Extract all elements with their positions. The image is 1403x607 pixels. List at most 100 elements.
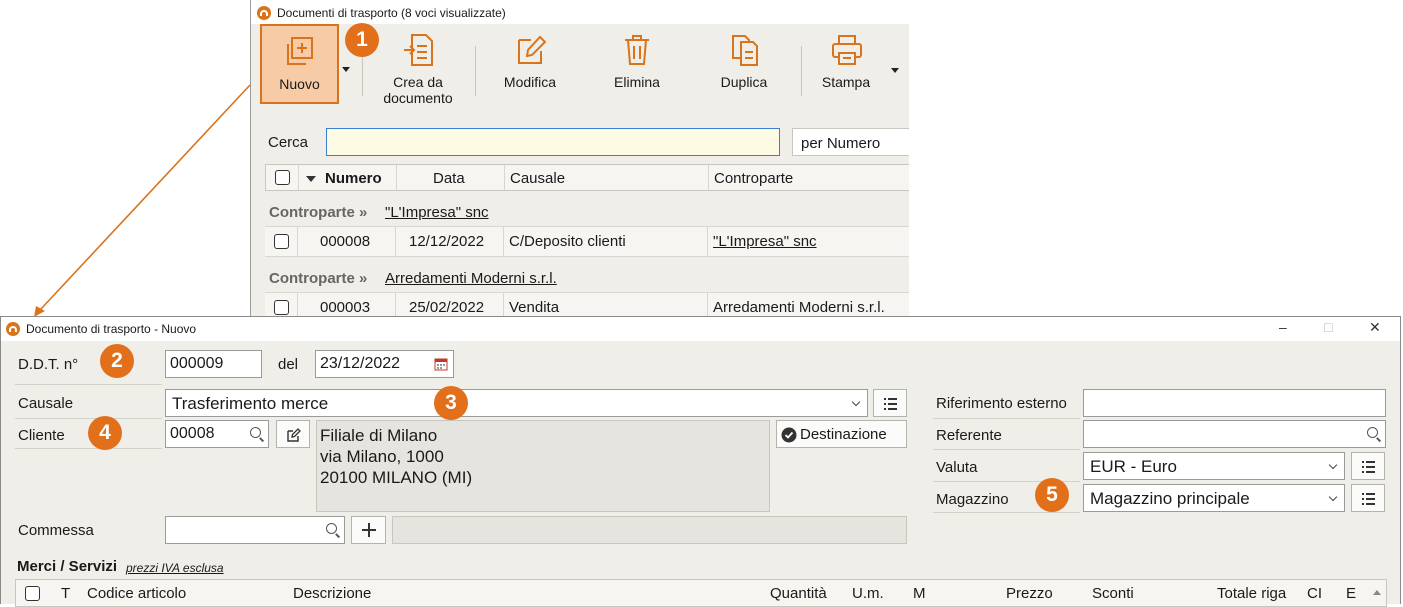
app-logo-icon	[6, 322, 20, 336]
col-um[interactable]: U.m.	[852, 585, 884, 602]
rif-esterno-label: Riferimento esterno	[936, 395, 1067, 412]
date-field[interactable]: 23/12/2022	[315, 350, 454, 378]
create-from-document-icon	[404, 34, 433, 66]
ddt-number-field[interactable]: 000009	[165, 350, 262, 378]
column-divider	[395, 227, 396, 256]
column-divider	[503, 227, 504, 256]
column-divider	[707, 227, 708, 256]
col-controparte[interactable]: Controparte	[714, 170, 793, 187]
form-window-titlebar: Documento di trasporto - Nuovo – □ ✕	[1, 317, 1400, 341]
toolbar-separator	[801, 46, 802, 96]
crea-label-line1: Crea da	[393, 74, 443, 90]
list-icon	[1362, 493, 1375, 508]
destinazione-button[interactable]: Destinazione	[776, 420, 907, 448]
search-row: Cerca per Numero	[251, 126, 909, 158]
col-sconti[interactable]: Sconti	[1092, 585, 1134, 602]
crea-label-line2: documento	[383, 90, 453, 106]
col-ci[interactable]: CI	[1307, 585, 1322, 602]
causale-select[interactable]: Trasferimento merce	[165, 389, 868, 417]
modifica-label: Modifica	[503, 74, 557, 90]
causale-value: Trasferimento merce	[172, 394, 329, 413]
callout-5: 5	[1035, 478, 1069, 512]
maximize-button[interactable]: □	[1324, 319, 1332, 335]
commessa-field[interactable]	[165, 516, 345, 544]
scroll-up-arrow-icon[interactable]	[1373, 590, 1381, 595]
prezzi-iva-esclusa-link[interactable]: prezzi IVA esclusa	[126, 561, 224, 575]
calendar-icon[interactable]	[434, 357, 448, 371]
modifica-button[interactable]: Modifica	[485, 24, 575, 104]
col-m[interactable]: M	[913, 585, 926, 602]
row-checkbox[interactable]	[274, 300, 289, 315]
nuovo-dropdown-icon[interactable]	[342, 67, 350, 72]
magazzino-select[interactable]: Magazzino principale	[1083, 484, 1345, 512]
col-totale-riga[interactable]: Totale riga	[1217, 585, 1286, 602]
close-button[interactable]: ✕	[1369, 319, 1381, 336]
search-input[interactable]	[326, 128, 780, 156]
table-row[interactable]: 000008 12/12/2022 C/Deposito clienti "L'…	[265, 227, 909, 257]
magazzino-list-button[interactable]	[1351, 484, 1385, 512]
search-icon[interactable]	[1367, 427, 1378, 438]
valuta-list-button[interactable]	[1351, 452, 1385, 480]
cell-controparte-link[interactable]: "L'Impresa" snc	[713, 233, 817, 250]
stampa-dropdown-icon[interactable]	[891, 68, 899, 73]
nuovo-button[interactable]: Nuovo	[260, 24, 339, 104]
commessa-add-button[interactable]	[351, 516, 386, 544]
col-e[interactable]: E	[1346, 585, 1356, 602]
search-label: Cerca	[268, 134, 309, 151]
group-header[interactable]: Controparte » Arredamenti Moderni s.r.l.	[265, 257, 909, 293]
stampa-button[interactable]: Stampa	[807, 24, 885, 104]
list-window-title: Documenti di trasporto (8 voci visualizz…	[277, 6, 506, 20]
col-data[interactable]: Data	[433, 170, 465, 187]
table-header: Numero Data Causale Controparte	[265, 164, 909, 191]
minimize-button[interactable]: –	[1279, 319, 1287, 335]
rif-esterno-field[interactable]	[1083, 389, 1386, 417]
group-value-link[interactable]: "L'Impresa" snc	[385, 204, 489, 221]
group-header[interactable]: Controparte » "L'Impresa" snc	[265, 191, 909, 227]
cell-data: 12/12/2022	[409, 233, 485, 250]
col-t[interactable]: T	[61, 585, 70, 602]
del-label: del	[278, 356, 299, 373]
row-divider	[15, 418, 162, 419]
valuta-select[interactable]: EUR - Euro	[1083, 452, 1345, 480]
cliente-code-field[interactable]: 00008	[165, 420, 269, 448]
magazzino-value: Magazzino principale	[1090, 489, 1250, 508]
select-all-checkbox[interactable]	[275, 170, 290, 185]
col-causale[interactable]: Causale	[510, 170, 565, 187]
cell-causale: C/Deposito clienti	[509, 233, 626, 250]
search-icon[interactable]	[326, 523, 337, 534]
causale-list-button[interactable]	[873, 389, 907, 417]
edit-icon	[287, 428, 301, 442]
cell-controparte: Arredamenti Moderni s.r.l.	[713, 299, 885, 316]
referente-label: Referente	[936, 427, 1002, 444]
search-icon[interactable]	[250, 427, 261, 438]
nuovo-label: Nuovo	[279, 76, 320, 92]
sort-desc-icon[interactable]	[306, 176, 316, 182]
col-codice-articolo[interactable]: Codice articolo	[87, 585, 186, 602]
trash-icon	[625, 35, 649, 65]
crea-da-documento-button[interactable]: Crea da documento	[372, 24, 464, 106]
referente-field[interactable]	[1083, 420, 1386, 448]
duplica-button[interactable]: Duplica	[699, 24, 789, 104]
chevron-down-icon	[1328, 492, 1338, 502]
address-line: Filiale di Milano	[320, 426, 438, 445]
select-all-checkbox[interactable]	[25, 586, 40, 601]
row-checkbox[interactable]	[274, 234, 289, 249]
row-divider	[933, 512, 1080, 513]
duplicate-icon	[732, 35, 758, 66]
search-mode-select[interactable]: per Numero	[792, 128, 909, 156]
callout-4: 4	[88, 416, 122, 450]
cliente-edit-button[interactable]	[276, 420, 310, 448]
cliente-code-value: 00008	[170, 425, 215, 442]
col-prezzo[interactable]: Prezzo	[1006, 585, 1053, 602]
check-circle-icon	[781, 427, 797, 443]
col-descrizione[interactable]: Descrizione	[293, 585, 371, 602]
plus-icon	[362, 523, 376, 537]
elimina-button[interactable]: Elimina	[593, 24, 681, 104]
cell-numero: 000003	[320, 299, 371, 316]
col-quantita[interactable]: Quantità	[770, 585, 827, 602]
valuta-value: EUR - Euro	[1090, 457, 1177, 476]
col-numero[interactable]: Numero	[325, 170, 382, 187]
list-icon	[1362, 461, 1375, 476]
row-divider	[933, 418, 1080, 419]
group-value-link[interactable]: Arredamenti Moderni s.r.l.	[385, 270, 557, 287]
